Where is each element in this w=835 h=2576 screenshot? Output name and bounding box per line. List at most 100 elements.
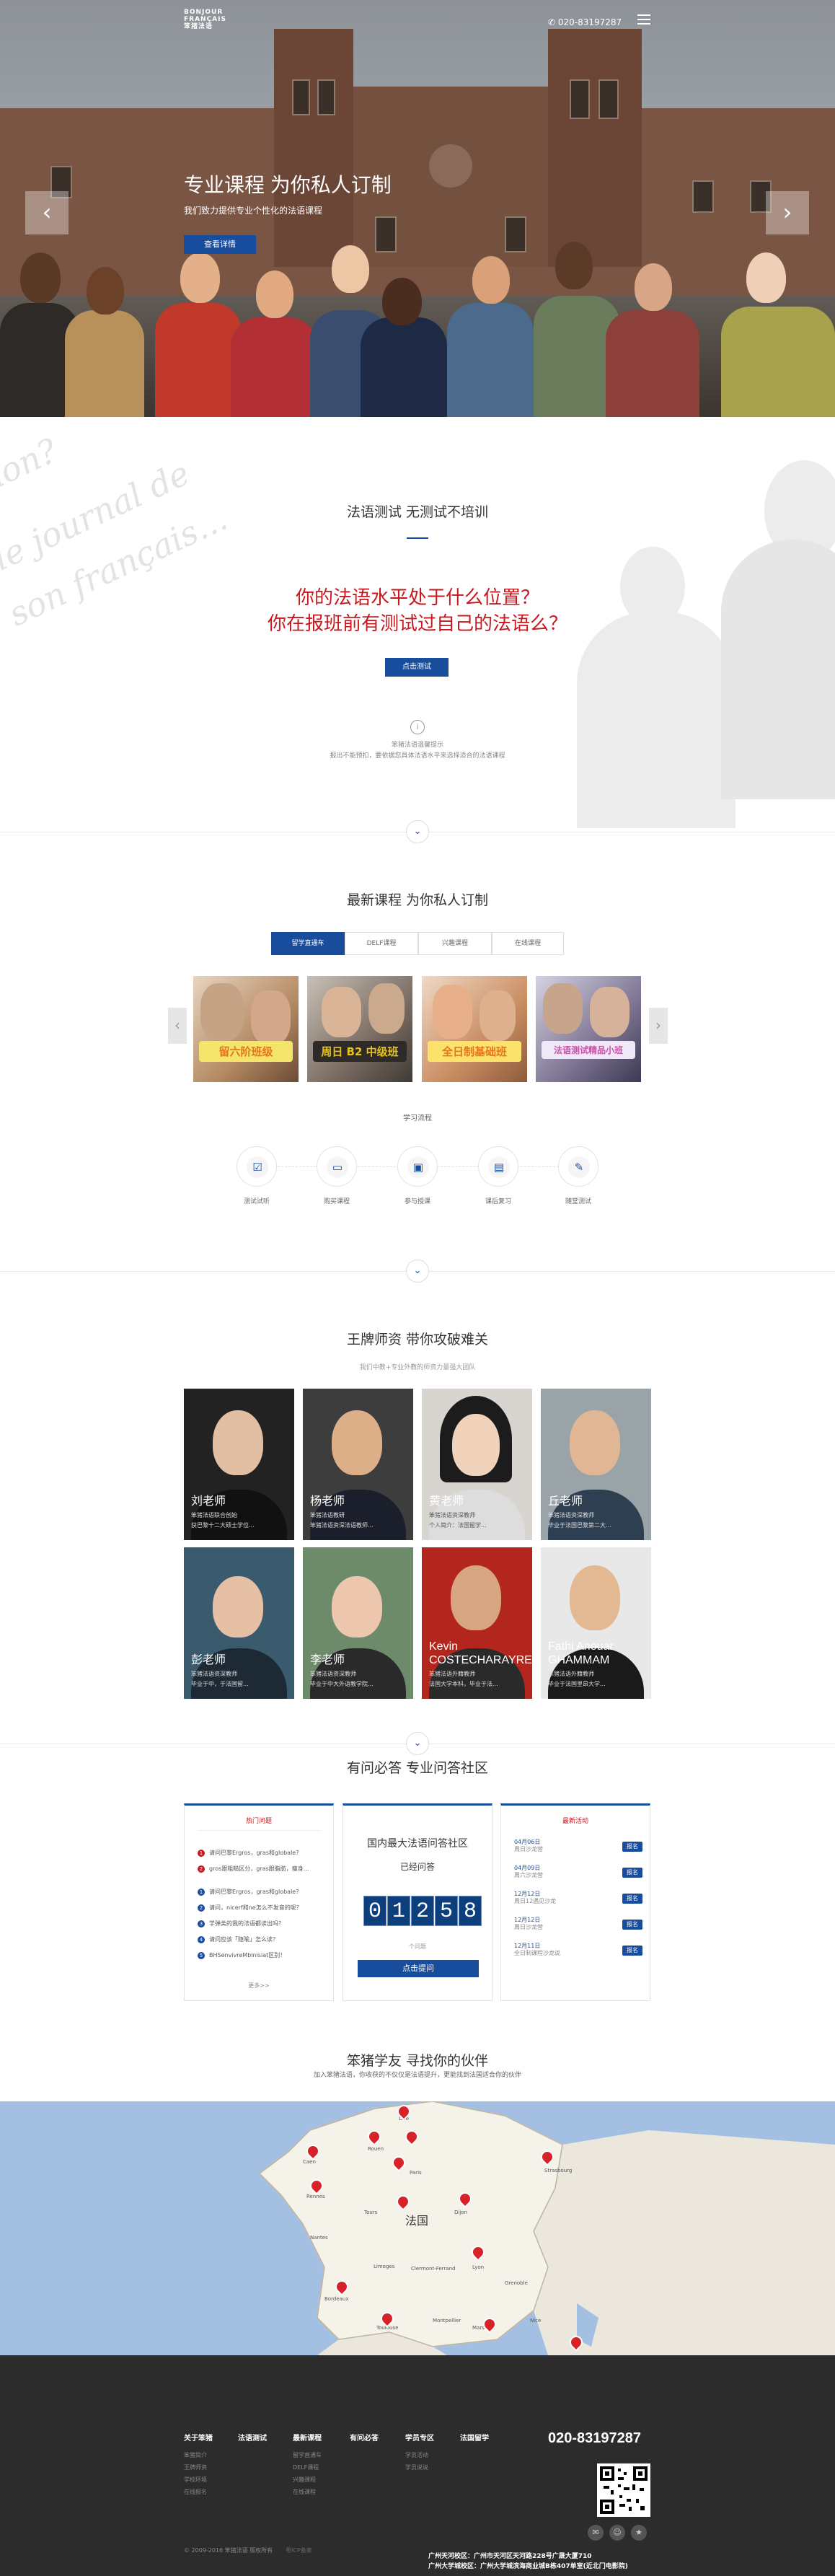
question-item[interactable]: 1 请问巴黎Ergros，gras和globale? — [198, 1888, 299, 1896]
teachers-subtitle: 我们中教+专业外教的师资力量强大团队 — [359, 1364, 476, 1371]
qr-pattern — [600, 2466, 648, 2514]
city-label: Tours — [364, 2210, 378, 2215]
teacher-title: 笨猪法语资深教师 — [548, 1512, 594, 1518]
teacher-card[interactable]: Kevin COSTECHARAYRE 笨猪法语外籍教师 法国大学本科，毕业于法… — [422, 1547, 532, 1699]
ask-question-button[interactable]: 点击提问 — [358, 1960, 479, 1977]
teachers-title: 王牌师资 带你攻破难关 — [346, 1332, 489, 1348]
tab-delf[interactable]: DELF课程 — [345, 932, 418, 955]
question-item[interactable]: 4 请问应该「隐喻」怎么读？ — [198, 1935, 278, 1943]
footer-link[interactable]: 学校环境 — [184, 2476, 207, 2484]
footer-link[interactable]: DELF课程 — [293, 2463, 319, 2471]
title-underline — [407, 537, 428, 539]
event-signup-button[interactable]: 报名 — [622, 1868, 642, 1878]
teacher-card[interactable]: 彭老师 笨猪法语资深教师 毕业于中，于法国留... — [184, 1547, 294, 1699]
bg-person-body — [577, 612, 735, 828]
wechat-icon[interactable]: ✉ — [588, 2525, 604, 2541]
counter-digit: 8 — [459, 1896, 482, 1926]
footer-col-students[interactable]: 学员专区 — [405, 2432, 434, 2443]
tab-study-abroad[interactable]: 留学直通车 — [271, 932, 345, 955]
event-item[interactable]: 12月12日 周日沙龙营 — [514, 1917, 543, 1931]
footer-col-courses[interactable]: 最新课程 — [293, 2432, 322, 2443]
hamburger-menu-icon[interactable] — [637, 14, 650, 25]
question-item[interactable]: 3 学弹类的我的法语都读出吗？ — [198, 1920, 284, 1927]
hot-questions-title: 热门问题 — [245, 1818, 272, 1825]
question-unit: 个问题 — [409, 1943, 426, 1950]
hero-next-arrow-icon[interactable]: › — [766, 191, 809, 234]
carousel-prev-icon[interactable]: ‹ — [168, 1008, 187, 1044]
teacher-name: Kevin COSTECHARAYRE — [429, 1640, 532, 1666]
address-tianhe: 广州天河校区：广州市天河区天河路228号广晟大厦710 — [428, 2553, 592, 2560]
teacher-card[interactable]: 黄老师 笨猪法语资深教师 个人简介：法国留学... — [422, 1389, 532, 1540]
teacher-card[interactable]: Fathi Anouar GHAMMAM 笨猪法语外籍教师 毕业于法国里昂大学.… — [541, 1547, 651, 1699]
hero-title: 专业课程 为你私人订制 — [184, 174, 392, 196]
city-label: Paris — [410, 2170, 422, 2176]
hero-details-button[interactable]: 查看详情 — [184, 235, 256, 254]
teacher-card[interactable]: 李老师 笨猪法语资深教师 毕业于中大外语教学院... — [303, 1547, 413, 1699]
tab-online[interactable]: 在线课程 — [492, 932, 564, 955]
teacher-title: 笨猪法语外籍教师 — [548, 1671, 594, 1677]
tab-interest[interactable]: 兴趣课程 — [418, 932, 492, 955]
city-label: Montpellier — [433, 2318, 461, 2324]
city-label: Rouen — [368, 2146, 384, 2152]
course-card-banner: 留六阶班级 — [199, 1041, 293, 1062]
course-card[interactable]: 全日制基础班 — [422, 976, 527, 1082]
header-phone[interactable]: ✆ 020-83197287 — [548, 17, 622, 27]
counter-digit: 0 — [363, 1896, 386, 1926]
footer-col-abroad[interactable]: 法国留学 — [460, 2432, 489, 2443]
event-item[interactable]: 12月12日 周日12遇见沙龙 — [514, 1891, 556, 1905]
event-signup-button[interactable]: 报名 — [622, 1894, 642, 1904]
chevron-down-icon[interactable]: ⌄ — [406, 820, 429, 843]
question-item[interactable]: 1 请问巴黎Ergros，gras和globale? — [198, 1849, 299, 1857]
chevron-down-icon[interactable]: ⌄ — [406, 1732, 429, 1755]
teacher-card[interactable]: 刘老师 笨猪法语联合创始 获巴黎十二大硕士学位... — [184, 1389, 294, 1540]
events-title: 最新活动 — [562, 1818, 588, 1825]
footer-link[interactable]: 王牌师资 — [184, 2463, 207, 2471]
icp-number[interactable]: 粤ICP备案 — [286, 2546, 312, 2554]
start-test-button[interactable]: 点击测试 — [385, 658, 449, 677]
question-item[interactable]: 2 请问，nicerf和ne怎么不发音的呢？ — [198, 1904, 302, 1912]
teacher-card[interactable]: 杨老师 笨猪法语教研 笨猪法语资深法语教师... — [303, 1389, 413, 1540]
event-signup-button[interactable]: 报名 — [622, 1842, 642, 1852]
brand-logo[interactable]: BONJOUR FRANÇAIS 笨猪法语 — [184, 9, 226, 35]
carousel-next-icon[interactable]: › — [649, 1008, 668, 1044]
chevron-down-icon[interactable]: ⌄ — [406, 1260, 429, 1283]
event-item[interactable]: 12月11日 全日制课程沙龙说 — [514, 1943, 560, 1957]
step-attend: ▣ — [397, 1146, 438, 1187]
footer-link[interactable]: 在线课程 — [293, 2488, 316, 2496]
footer-col-qa[interactable]: 有问必答 — [350, 2432, 379, 2443]
question-item[interactable]: 2 gros跟粗糙区分，gras跟脂肪，瘦身... — [198, 1865, 309, 1873]
city-label: Nice — [530, 2318, 542, 2324]
more-link[interactable]: 更多>> — [185, 1982, 333, 1990]
france-map[interactable]: 法国 Lille Rouen Caen Paris Rennes Strasbo… — [0, 2101, 835, 2355]
event-item[interactable]: 04月09日 周六沙龙营 — [514, 1865, 543, 1879]
teacher-name: Fathi Anouar GHAMMAM — [548, 1640, 614, 1666]
event-item[interactable]: 04月06日 周日沙龙营 — [514, 1839, 543, 1853]
check-icon: ☑ — [247, 1156, 268, 1178]
footer-link[interactable]: 笨猪简介 — [184, 2451, 207, 2459]
course-card[interactable]: 留六阶班级 — [193, 976, 299, 1082]
city-label: Grenoble — [505, 2280, 528, 2286]
event-signup-button[interactable]: 报名 — [622, 1946, 642, 1956]
step-label: 参与授课 — [404, 1198, 430, 1205]
course-card[interactable]: 周日 B2 中级班 — [307, 976, 412, 1082]
footer-link[interactable]: 兴趣课程 — [293, 2476, 316, 2484]
course-card-banner: 周日 B2 中级班 — [313, 1041, 407, 1062]
course-card[interactable]: 法语测试精品小班 — [536, 976, 641, 1082]
hero-prev-arrow-icon[interactable]: ‹ — [25, 191, 69, 234]
footer-phone[interactable]: 020-83197287 — [548, 2430, 641, 2447]
teacher-card[interactable]: 丘老师 笨猪法语资深教师 毕业于法国巴黎第二大... — [541, 1389, 651, 1540]
footer-link[interactable]: 留学直通车 — [293, 2451, 322, 2459]
footer-link[interactable]: 在线报名 — [184, 2488, 207, 2496]
footer-col-test[interactable]: 法语测试 — [238, 2432, 267, 2443]
footer-col-about[interactable]: 关于笨猪 — [184, 2432, 213, 2443]
footer-link[interactable]: 学员说说 — [405, 2463, 428, 2471]
counter-digit: 5 — [435, 1896, 458, 1926]
star-icon[interactable]: ★ — [631, 2525, 647, 2541]
question-item[interactable]: 5 BHSenvivreMbinisiat区别！ — [198, 1951, 286, 1959]
footer-link[interactable]: 学员活动 — [405, 2451, 428, 2459]
course-card-banner: 法语测试精品小班 — [542, 1041, 635, 1059]
weibo-icon[interactable]: ☺ — [609, 2525, 625, 2541]
step-buy: ▭ — [317, 1146, 357, 1187]
event-signup-button[interactable]: 报名 — [622, 1920, 642, 1930]
teacher-name: 丘老师 — [548, 1495, 583, 1508]
